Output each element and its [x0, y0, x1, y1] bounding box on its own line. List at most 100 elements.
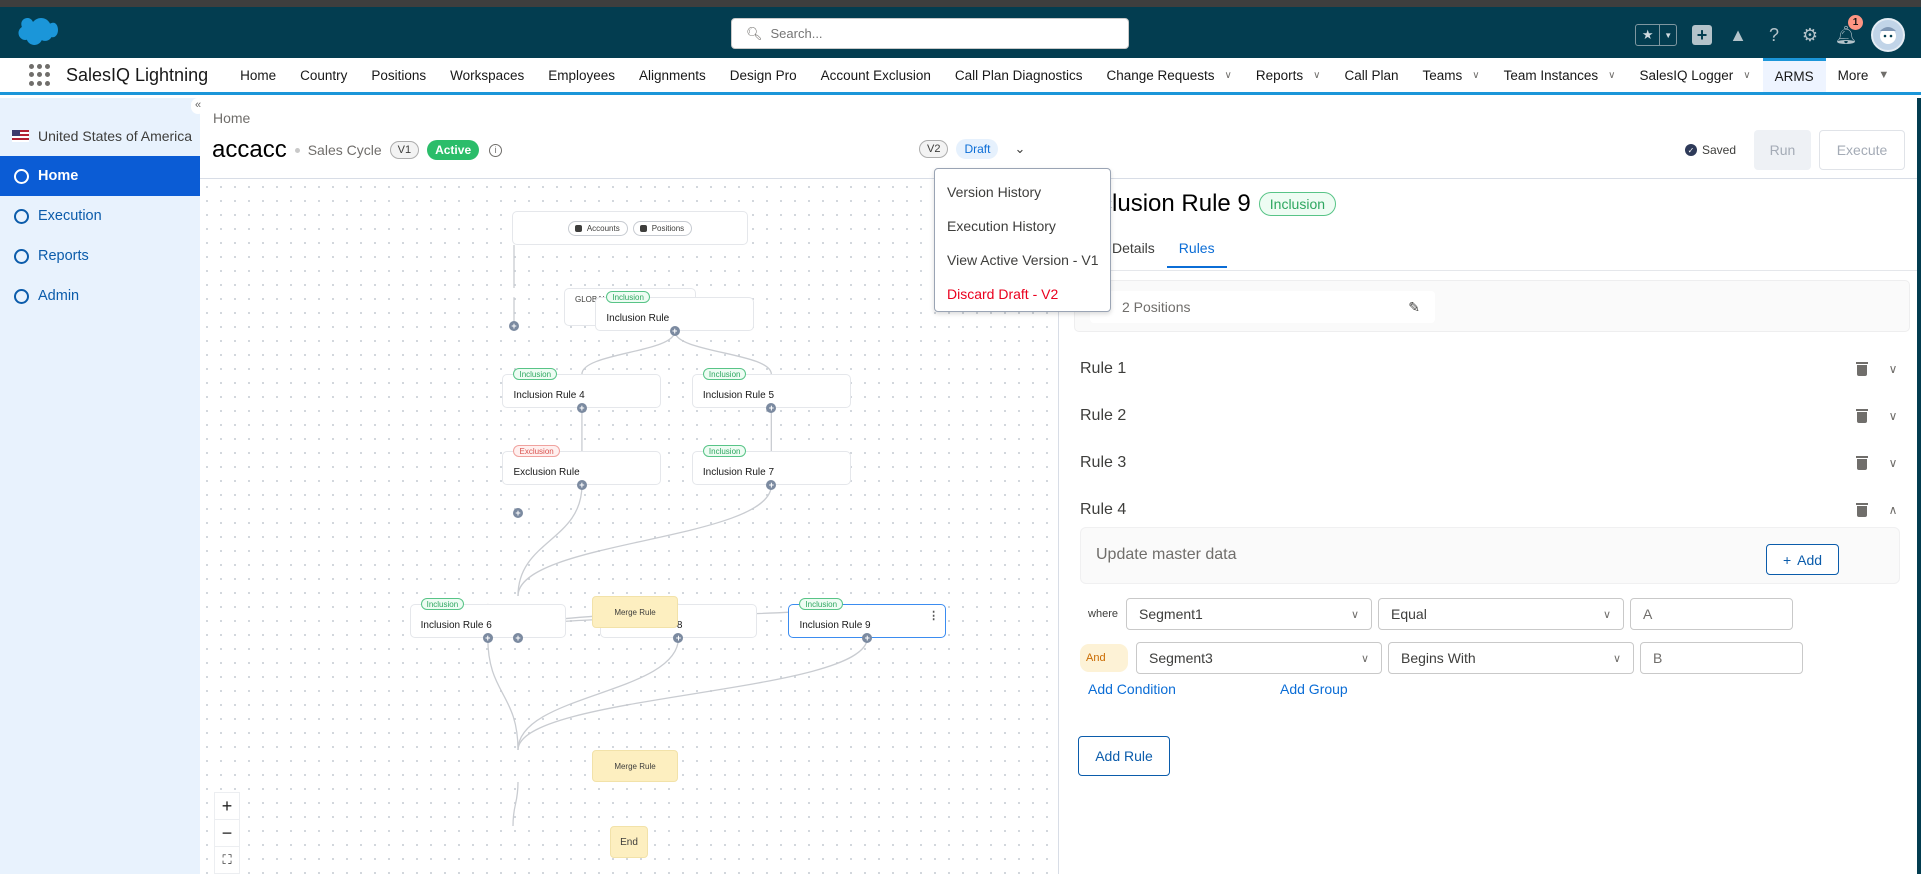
trash-icon[interactable] [1856, 456, 1868, 470]
rule-row[interactable]: Rule 2 ∨ [1080, 401, 1900, 431]
nav-item-call-plan[interactable]: Call Plan [1332, 58, 1410, 92]
favorites-button[interactable]: ★ ▼ [1635, 24, 1677, 46]
merge-node[interactable]: Merge Rule [592, 750, 678, 782]
nav-item-account-exclusion[interactable]: Account Exclusion [809, 58, 943, 92]
field-select[interactable]: Segment1 ∨ [1126, 598, 1372, 630]
app-launcher-icon[interactable] [29, 64, 50, 86]
avatar[interactable] [1871, 18, 1905, 52]
salesforce-logo-icon[interactable] [16, 18, 58, 48]
nav-item-team-instances[interactable]: Team Instances ∨ [1492, 58, 1628, 92]
database-icon [639, 224, 647, 232]
chevron-down-icon[interactable]: ∨ [1743, 70, 1750, 81]
operator-select[interactable]: Begins With ∨ [1388, 642, 1634, 674]
nav-item-alignments[interactable]: Alignments [627, 58, 718, 92]
fit-view-icon[interactable]: ⛶ [215, 847, 239, 874]
menu-item-discard-draft-v2[interactable]: Discard Draft - V2 [935, 277, 1110, 311]
tab-rules[interactable]: Rules [1166, 232, 1227, 268]
trash-icon[interactable] [1856, 503, 1868, 517]
end-node[interactable]: End [610, 826, 648, 858]
positions-field[interactable]: 2 Positions ✎ [1090, 291, 1435, 323]
field-select[interactable]: Segment3 ∨ [1136, 642, 1382, 674]
execute-button[interactable]: Execute [1819, 130, 1905, 170]
chevron-down-icon[interactable]: ∨ [1608, 70, 1615, 81]
chevron-down-icon[interactable]: ∨ [1886, 362, 1900, 376]
chevron-down-icon[interactable]: ⌄ [1014, 141, 1025, 157]
sidebar-item-reports[interactable]: Reports [0, 236, 200, 276]
add-group-link[interactable]: Add Group [1280, 681, 1348, 697]
sidebar-item-label: Execution [38, 208, 102, 224]
value-input[interactable] [1630, 598, 1793, 630]
add-node-plus-icon[interactable]: + [509, 321, 519, 331]
source-pill-accounts[interactable]: Accounts [567, 220, 628, 236]
chevron-down-icon[interactable]: ∨ [1886, 409, 1900, 423]
gear-icon[interactable]: ⚙ [1799, 24, 1821, 46]
nav-item-workspaces[interactable]: Workspaces [438, 58, 536, 92]
source-node[interactable]: Accounts Positions [512, 211, 748, 245]
nav-item-label: Account Exclusion [820, 67, 931, 83]
bell-icon[interactable]: 🔔︎ 1 [1835, 15, 1863, 46]
nav-item-home[interactable]: Home [228, 58, 288, 92]
chevron-down-icon[interactable]: ∨ [1886, 456, 1900, 470]
add-node-plus-icon[interactable]: + [669, 326, 680, 337]
menu-item-version-history[interactable]: Version History [935, 175, 1110, 209]
version-selector[interactable]: V2 Draft ⌄ [919, 139, 1025, 159]
rule-row[interactable]: Rule 4 ∧ [1080, 495, 1900, 525]
pencil-icon[interactable]: ✎ [1408, 299, 1420, 316]
trash-icon[interactable] [1856, 409, 1868, 423]
trailhead-icon[interactable]: ▲ [1727, 24, 1749, 46]
add-condition-link[interactable]: Add Condition [1088, 681, 1176, 697]
node-label: Inclusion Rule 5 [702, 390, 775, 402]
nav-item-teams[interactable]: Teams ∨ [1411, 58, 1492, 92]
nav-item-employees[interactable]: Employees [536, 58, 627, 92]
nav-item-change-requests[interactable]: Change Requests ∨ [1094, 58, 1243, 92]
trash-icon[interactable] [1856, 362, 1868, 376]
rule-row[interactable]: Rule 1 ∨ [1080, 354, 1900, 384]
flow-edge [581, 331, 676, 375]
chevron-up-icon[interactable]: ∧ [1886, 503, 1900, 517]
breadcrumb[interactable]: Home [213, 110, 250, 126]
chevron-down-icon[interactable]: ∨ [1472, 70, 1479, 81]
global-search[interactable]: 🔍︎ [731, 18, 1129, 49]
add-rule-button[interactable]: Add Rule [1078, 736, 1170, 776]
add-node-plus-icon[interactable]: + [513, 633, 523, 643]
menu-item-execution-history[interactable]: Execution History [935, 209, 1110, 243]
zoom-out-button[interactable]: − [215, 820, 239, 847]
nav-item-reports[interactable]: Reports ∨ [1244, 58, 1333, 92]
search-input[interactable] [770, 26, 1091, 41]
add-node-plus-icon[interactable]: + [513, 508, 523, 518]
chevron-down-icon[interactable]: ∨ [1225, 70, 1232, 81]
sidebar-item-execution[interactable]: Execution [0, 196, 200, 236]
nav-item-label: Call Plan Diagnostics [954, 67, 1083, 83]
info-icon[interactable]: i [489, 143, 503, 157]
condition-connector[interactable]: And [1080, 644, 1128, 672]
nav-item-call-plan-diagnostics[interactable]: Call Plan Diagnostics [943, 58, 1095, 92]
nav-more-label: More [1837, 67, 1869, 83]
zoom-in-button[interactable]: + [215, 793, 239, 820]
nav-item-country[interactable]: Country [288, 58, 359, 92]
global-actions-button[interactable]: + [1691, 24, 1713, 46]
rule-row[interactable]: Rule 3 ∨ [1080, 448, 1900, 478]
rule-type-tag: Inclusion [799, 597, 844, 610]
nav-item-design-pro[interactable]: Design Pro [718, 58, 809, 92]
help-icon[interactable]: ? [1763, 24, 1785, 46]
sidebar-item-home[interactable]: Home [0, 156, 200, 196]
source-pill-positions[interactable]: Positions [632, 220, 693, 236]
kebab-menu-icon[interactable]: ⋮ [928, 609, 939, 622]
menu-item-view-active-version-v1[interactable]: View Active Version - V1 [935, 243, 1110, 277]
operator-select[interactable]: Equal ∨ [1378, 598, 1624, 630]
chevron-down-icon[interactable]: ∨ [1313, 70, 1320, 81]
nav-item-salesiq-logger[interactable]: SalesIQ Logger ∨ [1627, 58, 1762, 92]
node-label: Exclusion Rule [513, 467, 580, 479]
sidebar-item-admin[interactable]: Admin [0, 276, 200, 316]
merge-node[interactable]: Merge Rule [592, 596, 678, 628]
flow-canvas[interactable]: Accounts Positions GLOBAL IMMGRYRTR Incl… [200, 180, 1059, 874]
add-button[interactable]: + Add [1766, 544, 1839, 575]
nav-item-positions[interactable]: Positions [359, 58, 438, 92]
run-button[interactable]: Run [1754, 130, 1811, 170]
collapse-sidebar-icon[interactable]: « [191, 98, 205, 114]
country-selector[interactable]: United States of America [0, 116, 200, 156]
add-node-plus-icon[interactable]: + [482, 632, 493, 643]
value-input[interactable] [1640, 642, 1803, 674]
nav-item-arms[interactable]: ARMS [1762, 58, 1826, 92]
nav-more[interactable]: More ▼ [1826, 68, 1902, 83]
